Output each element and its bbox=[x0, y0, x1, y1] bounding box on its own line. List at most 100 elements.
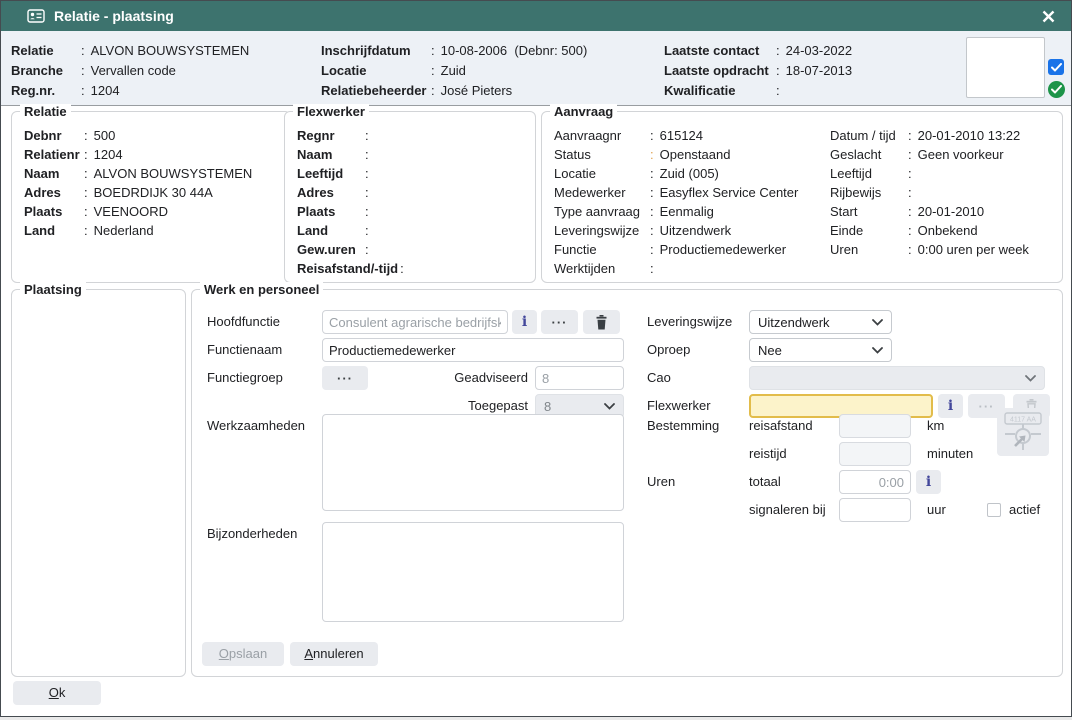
header-row: Branche:Vervallen code bbox=[11, 60, 249, 80]
info-row: Start:20-01-2010 bbox=[830, 202, 1029, 221]
minuten-label: minuten bbox=[927, 442, 973, 466]
ellipsis-icon: ··· bbox=[552, 315, 568, 330]
flexwerker-groupbox: Flexwerker Regnr: Naam: Leeftijd: Adres:… bbox=[284, 111, 536, 283]
aanvraag-groupbox: Aanvraag Aanvraagnr:615124 Status:Openst… bbox=[541, 111, 1063, 283]
signaleren-label: signaleren bij bbox=[749, 498, 826, 522]
info-row: Leeftijd: bbox=[297, 164, 410, 183]
opslaan-button[interactable]: Opslaan bbox=[202, 642, 284, 666]
cao-label: Cao bbox=[647, 366, 671, 390]
chevron-down-icon bbox=[1025, 375, 1036, 382]
uren-totaal-input[interactable] bbox=[839, 470, 911, 494]
functienaam-input[interactable] bbox=[322, 338, 624, 362]
chevron-down-icon bbox=[872, 347, 883, 354]
svg-text:4117 AA: 4117 AA bbox=[1010, 417, 1036, 424]
header-row: Relatie:ALVON BOUWSYSTEMEN bbox=[11, 40, 249, 60]
info-row: Debnr:500 bbox=[24, 126, 252, 145]
functiegroep-browse-button[interactable]: ··· bbox=[322, 366, 368, 390]
hoofdfunctie-info-button[interactable]: i bbox=[512, 310, 537, 334]
groupbox-legend: Aanvraag bbox=[550, 104, 617, 119]
uren-info-button[interactable]: i bbox=[916, 470, 941, 494]
ellipsis-icon: ··· bbox=[337, 371, 353, 386]
header-column-3: Laatste contact:24-03-2022 Laatste opdra… bbox=[664, 40, 852, 100]
geadviseerd-input[interactable] bbox=[535, 366, 624, 390]
close-button[interactable] bbox=[1037, 5, 1059, 27]
info-row: Plaats: bbox=[297, 202, 410, 221]
route-planner-button[interactable]: 4117 AA bbox=[997, 408, 1049, 456]
aanvraag-right-rows: Datum / tijd:20-01-2010 13:22 Geslacht:G… bbox=[830, 126, 1029, 259]
info-icon: i bbox=[522, 314, 527, 330]
oproep-select[interactable]: Nee bbox=[749, 338, 892, 362]
hoofdfunctie-input[interactable] bbox=[322, 310, 508, 334]
werkzaamheden-label: Werkzaamheden bbox=[207, 414, 305, 438]
info-row: Adres:BOEDRDIJK 30 44A bbox=[24, 183, 252, 202]
bestemming-label: Bestemming bbox=[647, 414, 719, 438]
werkzaamheden-textarea[interactable] bbox=[322, 414, 624, 511]
info-row: Aanvraagnr:615124 bbox=[554, 126, 798, 145]
signaleren-input[interactable] bbox=[839, 498, 911, 522]
photo-placeholder bbox=[966, 37, 1045, 98]
leveringswijze-select[interactable]: Uitzendwerk bbox=[749, 310, 892, 334]
header-row: Kwalificatie: bbox=[664, 80, 852, 100]
header-row: Inschrijfdatum:10-08-2006 (Debnr: 500) bbox=[321, 40, 587, 60]
info-row: Naam:ALVON BOUWSYSTEMEN bbox=[24, 164, 252, 183]
header-row: Locatie:Zuid bbox=[321, 60, 587, 80]
header-row: Laatste opdracht:18-07-2013 bbox=[664, 60, 852, 80]
titlebar: Relatie - plaatsing bbox=[1, 1, 1071, 31]
cao-select[interactable] bbox=[749, 366, 1045, 390]
info-row: Status:Openstaand bbox=[554, 145, 798, 164]
info-row: Reisafstand/-tijd: bbox=[297, 259, 410, 278]
info-row: Naam: bbox=[297, 145, 410, 164]
totaal-label: totaal bbox=[749, 470, 781, 494]
header-checkbox-checked[interactable] bbox=[1048, 59, 1064, 75]
info-row: Adres: bbox=[297, 183, 410, 202]
window-title: Relatie - plaatsing bbox=[54, 8, 174, 24]
groupbox-legend: Plaatsing bbox=[20, 282, 86, 297]
hoofdfunctie-browse-button[interactable]: ··· bbox=[541, 310, 578, 334]
info-icon: i bbox=[948, 398, 953, 414]
relation-summary-header: Relatie:ALVON BOUWSYSTEMEN Branche:Verva… bbox=[1, 31, 1071, 106]
info-row: Werktijden: bbox=[554, 259, 798, 278]
uren-label: Uren bbox=[647, 470, 675, 494]
functienaam-label: Functienaam bbox=[207, 338, 282, 362]
reisafstand-input[interactable] bbox=[839, 414, 911, 438]
leveringswijze-label: Leveringswijze bbox=[647, 310, 732, 334]
header-row: Reg.nr.:1204 bbox=[11, 80, 249, 100]
route-planner-icon: 4117 AA bbox=[1002, 412, 1044, 452]
info-row: Land: bbox=[297, 221, 410, 240]
hoofdfunctie-label: Hoofdfunctie bbox=[207, 310, 280, 334]
groupbox-legend: Flexwerker bbox=[293, 104, 369, 119]
uur-label: uur bbox=[927, 498, 946, 522]
annuleren-button[interactable]: Annuleren bbox=[290, 642, 378, 666]
header-column-1: Relatie:ALVON BOUWSYSTEMEN Branche:Verva… bbox=[11, 40, 249, 100]
plaatsing-groupbox: Plaatsing bbox=[11, 289, 186, 677]
hoofdfunctie-delete-button[interactable] bbox=[583, 310, 620, 334]
reistijd-input[interactable] bbox=[839, 442, 911, 466]
werk-en-personeel-groupbox: Werk en personeel Hoofdfunctie i ··· Fun… bbox=[191, 289, 1063, 677]
info-row: Plaats:VEENOORD bbox=[24, 202, 252, 221]
info-row: Type aanvraag:Eenmalig bbox=[554, 202, 798, 221]
header-row: Relatiebeheerder:José Pieters bbox=[321, 80, 587, 100]
info-row: Datum / tijd:20-01-2010 13:22 bbox=[830, 126, 1029, 145]
bijzonderheden-textarea[interactable] bbox=[322, 522, 624, 622]
header-column-2: Inschrijfdatum:10-08-2006 (Debnr: 500) L… bbox=[321, 40, 587, 100]
groupbox-legend: Werk en personeel bbox=[200, 282, 323, 297]
check-icon bbox=[1051, 85, 1062, 94]
info-row: Einde:Onbekend bbox=[830, 221, 1029, 240]
bijzonderheden-label: Bijzonderheden bbox=[207, 522, 297, 546]
info-row: Uren:0:00 uren per week bbox=[830, 240, 1029, 259]
info-row: Functie:Productiemedewerker bbox=[554, 240, 798, 259]
info-row: Gew.uren: bbox=[297, 240, 410, 259]
ok-button[interactable]: Ok bbox=[13, 681, 101, 705]
ellipsis-icon: ··· bbox=[979, 399, 995, 414]
reisafstand-label: reisafstand bbox=[749, 414, 813, 438]
flexwerker-rows: Regnr: Naam: Leeftijd: Adres: Plaats: La… bbox=[297, 126, 410, 278]
info-row: Rijbewijs: bbox=[830, 183, 1029, 202]
functiegroep-label: Functiegroep bbox=[207, 366, 283, 390]
trash-icon bbox=[595, 315, 608, 330]
header-row: Laatste contact:24-03-2022 bbox=[664, 40, 852, 60]
relatie-rows: Debnr:500 Relatienr:1204 Naam:ALVON BOUW… bbox=[24, 126, 252, 240]
groupbox-legend: Relatie bbox=[20, 104, 71, 119]
info-row: Land:Nederland bbox=[24, 221, 252, 240]
actief-label: actief bbox=[1009, 498, 1040, 522]
actief-checkbox[interactable] bbox=[987, 503, 1001, 517]
